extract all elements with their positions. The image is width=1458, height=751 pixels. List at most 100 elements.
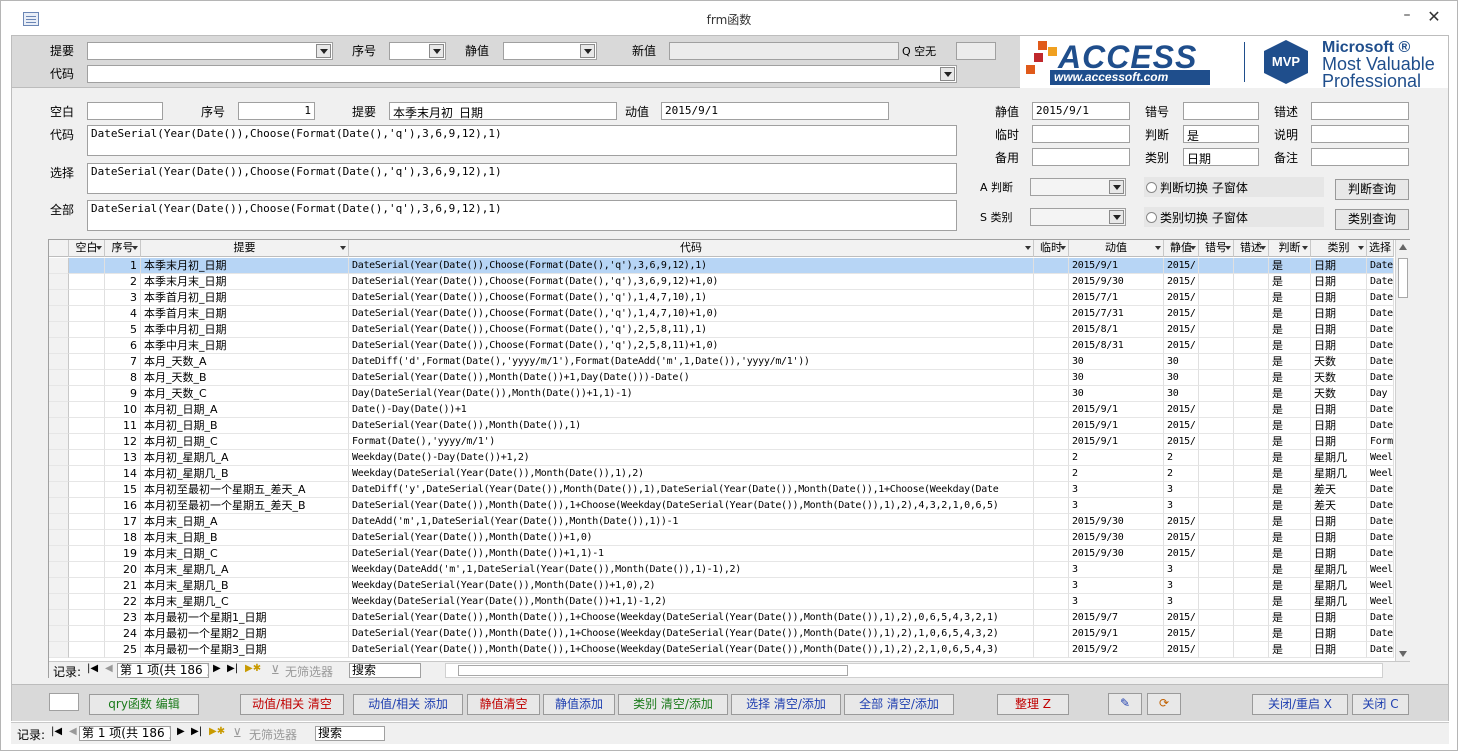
table-row[interactable]: 15 本月初至最初一个星期五_差天_A DateDiff('y',DateSeria… <box>49 482 1394 498</box>
last-record-icon[interactable]: ▶| <box>227 663 238 674</box>
footer-empty-field[interactable] <box>49 693 79 711</box>
table-cell[interactable]: 是 <box>1269 290 1311 306</box>
table-cell[interactable]: 18 <box>105 530 141 546</box>
table-cell[interactable]: 2015/8/1 <box>1069 322 1164 338</box>
linshi-field[interactable] <box>1032 125 1130 143</box>
table-cell[interactable]: 3 <box>1164 482 1199 498</box>
xinzhi-field[interactable] <box>669 42 899 60</box>
table-row[interactable]: 17 本月末_日期_A DateAdd('m',1,DateSerial(Year(… <box>49 514 1394 530</box>
table-cell[interactable]: 本月初_日期_B <box>141 418 349 434</box>
table-cell[interactable]: 本月末_星期几_C <box>141 594 349 610</box>
table-cell[interactable]: 是 <box>1269 258 1311 274</box>
panduan-switch-radio[interactable] <box>1146 182 1157 193</box>
table-cell[interactable]: 是 <box>1269 498 1311 514</box>
table-cell[interactable]: 16 <box>105 498 141 514</box>
table-cell[interactable] <box>1234 514 1269 530</box>
table-cell[interactable]: 3 <box>1164 578 1199 594</box>
table-cell[interactable]: 5 <box>105 322 141 338</box>
chevron-down-icon[interactable] <box>1109 180 1124 194</box>
row-selector[interactable] <box>49 274 69 290</box>
dongzhi-clear-button[interactable]: 动值/相关 清空 <box>240 694 344 715</box>
row-selector[interactable] <box>49 642 69 658</box>
table-cell[interactable]: 2015/' <box>1164 290 1199 306</box>
xuhao-field[interactable]: 1 <box>238 102 315 120</box>
table-cell[interactable] <box>1034 626 1069 642</box>
select-all-cell[interactable] <box>49 240 69 257</box>
table-cell[interactable]: 2015/9/1 <box>1069 418 1164 434</box>
table-cell[interactable]: 2 <box>105 274 141 290</box>
first-record-icon[interactable]: |◀ <box>87 663 98 674</box>
table-cell[interactable]: 2015/' <box>1164 418 1199 434</box>
edit-icon[interactable]: ✎ <box>1108 693 1142 715</box>
table-cell[interactable]: 2015/' <box>1164 530 1199 546</box>
row-selector[interactable] <box>49 450 69 466</box>
table-cell[interactable] <box>1034 274 1069 290</box>
column-header[interactable]: 判断 <box>1269 240 1311 257</box>
table-cell[interactable] <box>1234 610 1269 626</box>
table-cell[interactable]: 是 <box>1269 482 1311 498</box>
table-cell[interactable]: Day <box>1367 386 1394 402</box>
table-cell[interactable]: 2015/7/31 <box>1069 306 1164 322</box>
table-cell[interactable] <box>1234 322 1269 338</box>
chevron-down-icon[interactable] <box>940 67 955 81</box>
new-record-icon[interactable]: ▶✱ <box>209 726 225 737</box>
table-cell[interactable] <box>1034 386 1069 402</box>
search-input[interactable]: 搜索 <box>315 726 385 741</box>
chevron-down-icon[interactable] <box>1225 246 1231 250</box>
table-cell[interactable]: 2015/9/2 <box>1069 642 1164 658</box>
table-cell[interactable]: 是 <box>1269 370 1311 386</box>
table-cell[interactable] <box>1034 306 1069 322</box>
table-cell[interactable] <box>1234 306 1269 322</box>
chevron-down-icon[interactable] <box>340 246 346 250</box>
table-cell[interactable]: Weel <box>1367 594 1394 610</box>
row-selector[interactable] <box>49 466 69 482</box>
table-cell[interactable]: Weel <box>1367 450 1394 466</box>
column-header[interactable]: 临时 <box>1034 240 1069 257</box>
table-cell[interactable]: Date <box>1367 258 1394 274</box>
table-cell[interactable]: 本月最初一个星期2_日期 <box>141 626 349 642</box>
table-cell[interactable] <box>1199 418 1234 434</box>
table-cell[interactable]: 2015/9/1 <box>1069 434 1164 450</box>
table-cell[interactable]: 1 <box>105 258 141 274</box>
table-cell[interactable] <box>1034 418 1069 434</box>
table-cell[interactable]: DateSerial(Year(Date()),Choose(Format(Da… <box>349 322 1034 338</box>
table-cell[interactable] <box>1034 258 1069 274</box>
table-cell[interactable] <box>1034 370 1069 386</box>
scroll-up-icon[interactable] <box>1399 244 1407 250</box>
table-cell[interactable]: 3 <box>1069 498 1164 514</box>
table-cell[interactable]: Date <box>1367 482 1394 498</box>
table-cell[interactable]: 3 <box>1069 482 1164 498</box>
table-cell[interactable]: DateSerial(Year(Date()),Choose(Format(Da… <box>349 306 1034 322</box>
table-cell[interactable]: DateSerial(Year(Date()),Month(Date()),1+… <box>349 610 1034 626</box>
table-cell[interactable] <box>69 354 105 370</box>
table-cell[interactable]: 2 <box>1164 450 1199 466</box>
table-cell[interactable]: Date <box>1367 530 1394 546</box>
table-cell[interactable] <box>1034 594 1069 610</box>
table-cell[interactable]: Weel <box>1367 562 1394 578</box>
table-cell[interactable]: 2015/' <box>1164 258 1199 274</box>
table-cell[interactable] <box>1199 578 1234 594</box>
table-cell[interactable]: Date <box>1367 546 1394 562</box>
table-cell[interactable] <box>69 546 105 562</box>
table-cell[interactable]: 本季末月初_日期 <box>141 258 349 274</box>
table-cell[interactable]: 星期几 <box>1311 562 1367 578</box>
a-panduan-combo[interactable] <box>1030 178 1126 196</box>
table-cell[interactable] <box>69 642 105 658</box>
table-row[interactable]: 13 本月初_星期几_A Weekday(Date()-Day(Date())+1,… <box>49 450 1394 466</box>
table-cell[interactable]: 星期几 <box>1311 466 1367 482</box>
dongzhi-field[interactable]: 2015/9/1 <box>661 102 889 120</box>
chevron-down-icon[interactable] <box>1025 246 1031 250</box>
table-cell[interactable]: 2015/' <box>1164 610 1199 626</box>
table-cell[interactable]: 8 <box>105 370 141 386</box>
table-cell[interactable]: 本月末_日期_B <box>141 530 349 546</box>
jingzhi-clear-button[interactable]: 静值清空 <box>467 694 540 715</box>
table-cell[interactable] <box>1199 530 1234 546</box>
table-cell[interactable]: 本月最初一个星期3_日期 <box>141 642 349 658</box>
table-cell[interactable] <box>1234 482 1269 498</box>
table-cell[interactable] <box>69 514 105 530</box>
table-cell[interactable]: 14 <box>105 466 141 482</box>
table-cell[interactable]: 25 <box>105 642 141 658</box>
table-cell[interactable] <box>69 594 105 610</box>
table-cell[interactable]: 3 <box>1164 594 1199 610</box>
shuoming-field[interactable] <box>1311 125 1409 143</box>
